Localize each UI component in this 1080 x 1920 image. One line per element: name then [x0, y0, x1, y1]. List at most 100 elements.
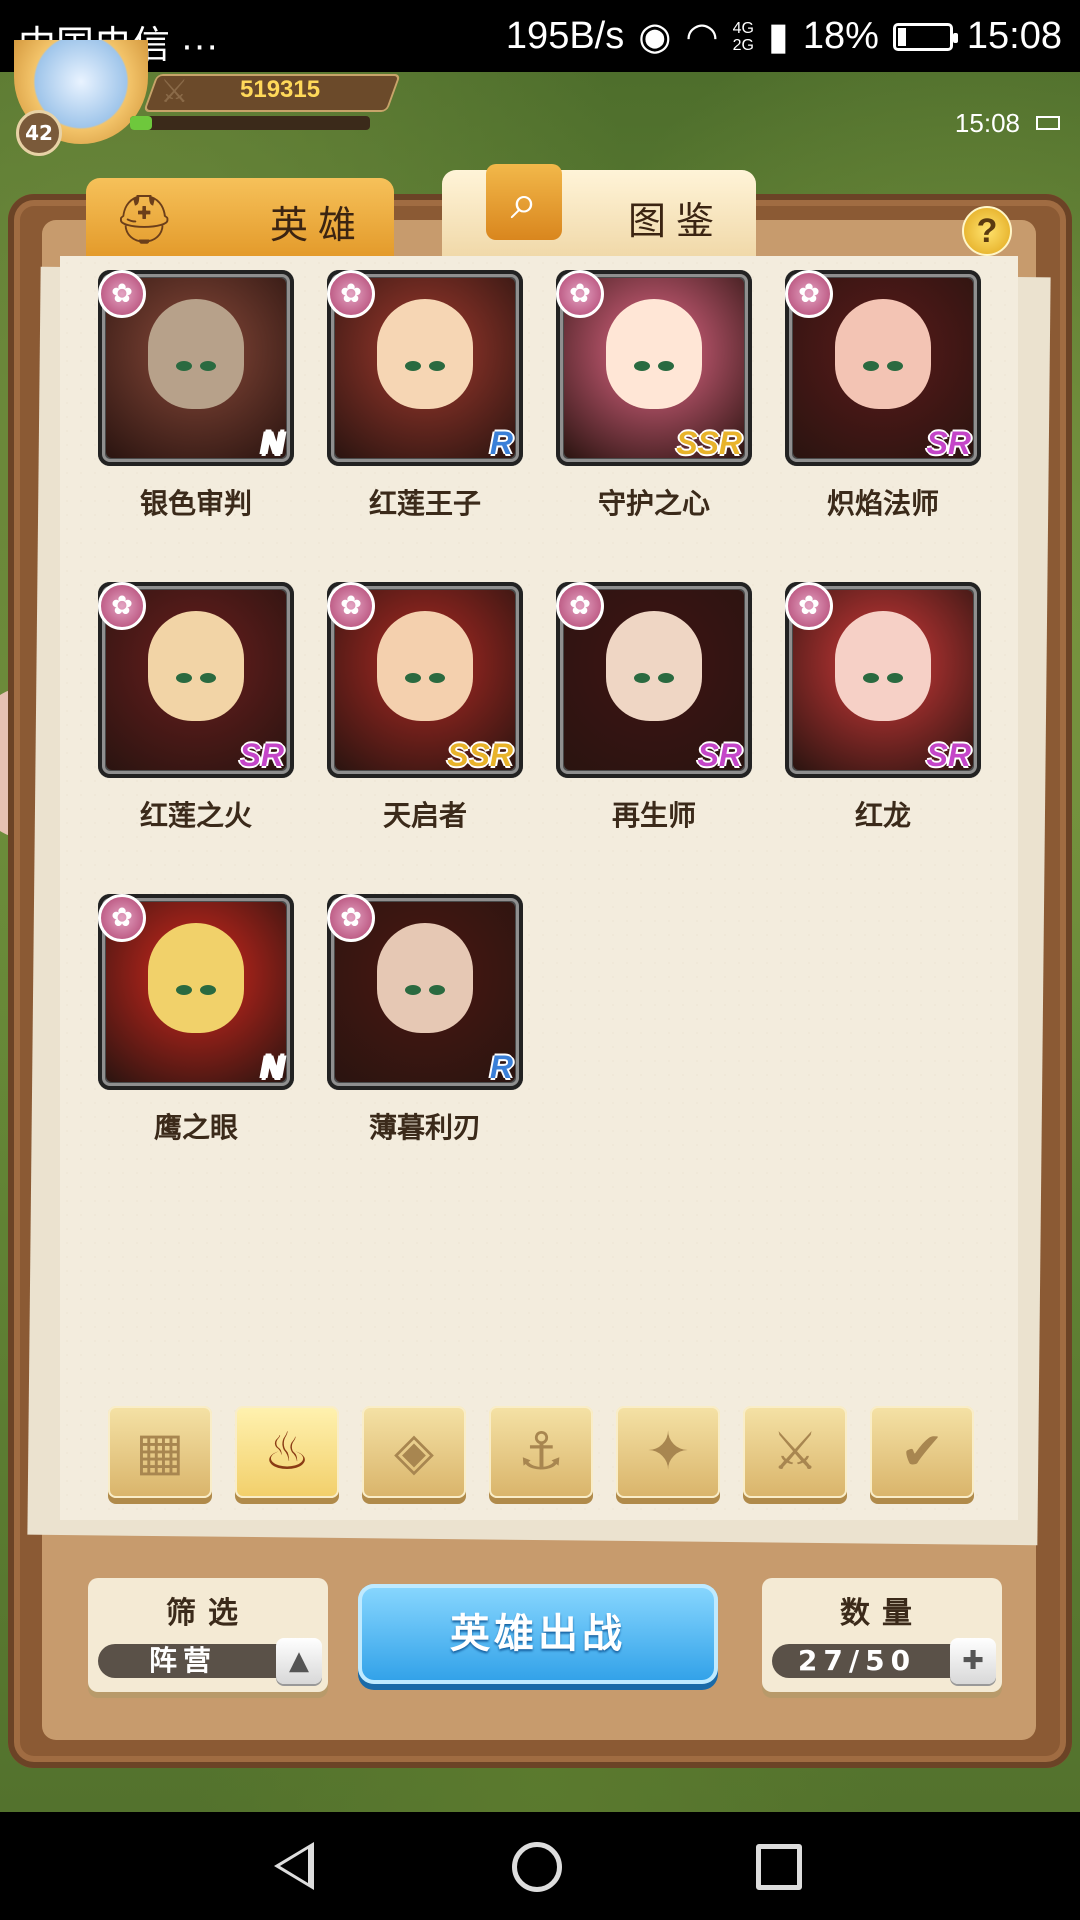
game-battery-icon	[1036, 116, 1060, 130]
hero-eye	[176, 672, 192, 683]
help-button[interactable]: ?	[962, 206, 1012, 256]
hero-name: 炽焰法师	[826, 487, 939, 520]
hero-eye	[200, 984, 216, 995]
rarity-badge: SR	[926, 425, 971, 461]
recent-apps-icon[interactable]	[756, 1844, 802, 1890]
filter-value: 阵营	[148, 1644, 217, 1677]
hero-face	[148, 298, 244, 409]
hero-eye	[634, 360, 650, 371]
hero-face	[606, 610, 702, 721]
hero-face	[148, 610, 244, 721]
count-display: 27/50 ✚	[772, 1638, 996, 1684]
hero-name: 再生师	[611, 799, 696, 832]
hero-face	[377, 610, 473, 721]
player-level-badge: 42	[16, 110, 62, 156]
rarity-badge: SSR	[447, 737, 513, 773]
back-icon[interactable]	[274, 1842, 314, 1890]
battery-percent: 18%	[802, 15, 879, 57]
hero-face	[148, 922, 244, 1033]
hero-eye	[405, 360, 421, 371]
deploy-heroes-button[interactable]: 英雄出战	[358, 1584, 718, 1684]
lotus-icon: ✿	[98, 894, 146, 942]
hero-name: 守护之心	[597, 487, 710, 520]
faction-filter-button[interactable]: ⚔	[743, 1406, 847, 1498]
lotus-icon: ✿	[327, 894, 375, 942]
anchor-faction-icon: ⚓	[517, 1422, 565, 1482]
tab-codex[interactable]: ⌕ 图鉴	[442, 164, 756, 258]
faction-filter-button[interactable]: ⚓	[489, 1406, 593, 1498]
rarity-badge: SR	[697, 737, 742, 773]
tab-codex-label: 图鉴	[628, 199, 725, 243]
faction-filter-button[interactable]: ◈	[362, 1406, 466, 1498]
hero-name: 鹰之眼	[153, 1111, 238, 1144]
lotus-icon: ✿	[98, 270, 146, 318]
grid-all-icon: ▦	[135, 1422, 185, 1482]
count-title: 数量	[840, 1596, 924, 1631]
hero-eye	[200, 360, 216, 371]
hero-face	[835, 298, 931, 409]
lotus-icon: ✿	[327, 582, 375, 630]
crossed-swords-icon: ⚔	[160, 72, 189, 110]
battery-icon	[892, 22, 958, 51]
lotus-icon: ✿	[785, 582, 833, 630]
knight-helmet-icon: ⛑	[113, 192, 175, 248]
rarity-badge: R	[489, 425, 513, 461]
rarity-badge: SR	[926, 737, 971, 773]
tab-heroes-label: 英雄	[270, 203, 367, 247]
hero-eye	[887, 360, 903, 371]
rarity-badge: SR	[239, 737, 284, 773]
system-status-bar: 中国电信 ··· 195B/s ◉ ◠ 4G2G ▮ 18% 15:08	[0, 0, 1080, 72]
lotus-icon: ✿	[327, 270, 375, 318]
lotus-icon: ✿	[98, 582, 146, 630]
hero-eye	[863, 672, 879, 683]
eye-comfort-icon: ◉	[638, 16, 672, 58]
clock: 15:08	[966, 15, 1062, 57]
experience-bar-fill	[130, 116, 152, 130]
hero-eye	[176, 360, 192, 371]
hero-eye	[405, 672, 421, 683]
hero-eye	[405, 984, 421, 995]
tab-heroes[interactable]: ⛑ 英雄	[86, 178, 394, 258]
hero-face	[835, 610, 931, 721]
game-clock: 15:08	[954, 108, 1020, 138]
plus-icon[interactable]: ✚	[950, 1638, 996, 1684]
faction-filter-button[interactable]: ▦	[108, 1406, 212, 1498]
hero-name: 红莲之火	[139, 799, 252, 832]
network-speed: 195B/s	[505, 15, 625, 57]
hero-eye	[176, 984, 192, 995]
beast-faction-icon: ✦	[646, 1422, 690, 1482]
hero-name: 银色审判	[139, 487, 252, 520]
chevron-up-icon[interactable]: ▲	[276, 1638, 322, 1684]
magnifier-icon: ⌕	[486, 164, 562, 240]
lotus-icon: ✿	[556, 582, 604, 630]
flame-faction-icon: ♨	[263, 1422, 311, 1482]
count-box: 数量 27/50 ✚	[762, 1578, 1002, 1692]
wing-faction-icon: ✔	[900, 1422, 944, 1482]
system-navigation-bar	[0, 1812, 1080, 1920]
hero-name: 红龙	[854, 799, 911, 832]
rarity-badge: N	[260, 1049, 284, 1085]
hero-eye	[863, 360, 879, 371]
hero-face	[377, 298, 473, 409]
hero-eye	[200, 672, 216, 683]
home-icon[interactable]	[512, 1842, 562, 1892]
lotus-icon: ✿	[785, 270, 833, 318]
hero-count-value: 27/50	[797, 1644, 917, 1677]
rarity-badge: R	[489, 1049, 513, 1085]
faction-filter-button[interactable]: ♨	[235, 1406, 339, 1498]
faction-filter-button[interactable]: ✦	[616, 1406, 720, 1498]
hero-face	[606, 298, 702, 409]
rarity-badge: SSR	[676, 425, 742, 461]
fox-faction-icon: ⚔	[771, 1422, 819, 1482]
hero-name: 薄暮利刃	[368, 1111, 481, 1144]
faction-filter-button[interactable]: ✔	[870, 1406, 974, 1498]
hero-name: 红莲王子	[368, 487, 481, 520]
wifi-icon: ◠	[685, 16, 719, 58]
hero-eye	[429, 360, 445, 371]
filter-selector[interactable]: 阵营 ▲	[98, 1638, 322, 1684]
hero-eye	[429, 984, 445, 995]
filter-title: 筛选	[166, 1596, 250, 1631]
hero-name: 天启者	[382, 799, 467, 832]
experience-bar	[130, 116, 370, 130]
network-type-badge: 4G 2G	[732, 19, 754, 54]
